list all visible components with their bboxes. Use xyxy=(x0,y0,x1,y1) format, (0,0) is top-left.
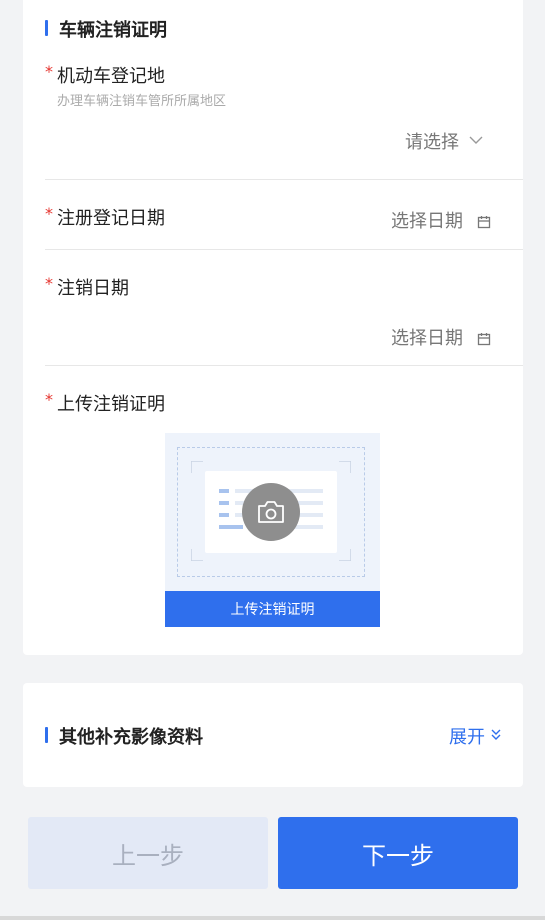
required-mark: * xyxy=(45,204,53,223)
cancel-date-picker[interactable]: 选择日期 xyxy=(391,324,491,350)
registration-place-select[interactable]: 请选择 xyxy=(405,128,483,154)
section-title-text: 车辆注销证明 xyxy=(59,20,167,41)
registration-place-label: 机动车登记地 xyxy=(57,66,165,87)
expand-label: 展开 xyxy=(449,727,485,748)
chevron-down-icon xyxy=(469,133,483,149)
cancellation-proof-card: 车辆注销证明 * 机动车登记地 办理车辆注销车管所所属地区 请选择 * 注册登记… xyxy=(23,0,523,655)
section-title-text: 其他补充影像资料 xyxy=(59,727,203,748)
calendar-icon xyxy=(477,213,491,229)
expand-button[interactable]: 展开 xyxy=(449,723,501,749)
registration-date-label: 注册登记日期 xyxy=(57,208,165,229)
cancel-date-label: 注销日期 xyxy=(57,278,129,299)
prev-step-button[interactable]: 上一步 xyxy=(28,817,268,889)
upload-proof-label: 上传注销证明 xyxy=(57,394,165,415)
registration-place-value: 请选择 xyxy=(405,132,459,153)
camera-icon[interactable] xyxy=(242,483,300,541)
section-title: 车辆注销证明 xyxy=(45,16,167,42)
required-mark: * xyxy=(45,390,53,409)
double-chevron-down-icon xyxy=(491,729,501,743)
divider xyxy=(45,249,523,250)
registration-date-value: 选择日期 xyxy=(391,211,463,232)
bottom-edge xyxy=(0,916,545,920)
other-materials-card: 其他补充影像资料 展开 xyxy=(23,683,523,787)
upload-proof-button[interactable]: 上传注销证明 xyxy=(165,591,380,627)
registration-place-hint: 办理车辆注销车管所所属地区 xyxy=(57,94,227,109)
divider xyxy=(45,179,523,180)
section-accent-bar xyxy=(45,727,48,743)
required-mark: * xyxy=(45,62,53,81)
upload-proof-area[interactable]: 上传注销证明 xyxy=(165,433,380,627)
calendar-icon xyxy=(477,330,491,346)
required-mark: * xyxy=(45,274,53,293)
section-title: 其他补充影像资料 xyxy=(45,723,203,749)
cancel-date-value: 选择日期 xyxy=(391,328,463,349)
divider xyxy=(45,365,523,366)
next-step-button[interactable]: 下一步 xyxy=(278,817,518,889)
registration-date-picker[interactable]: 选择日期 xyxy=(391,207,491,233)
section-accent-bar xyxy=(45,20,48,36)
